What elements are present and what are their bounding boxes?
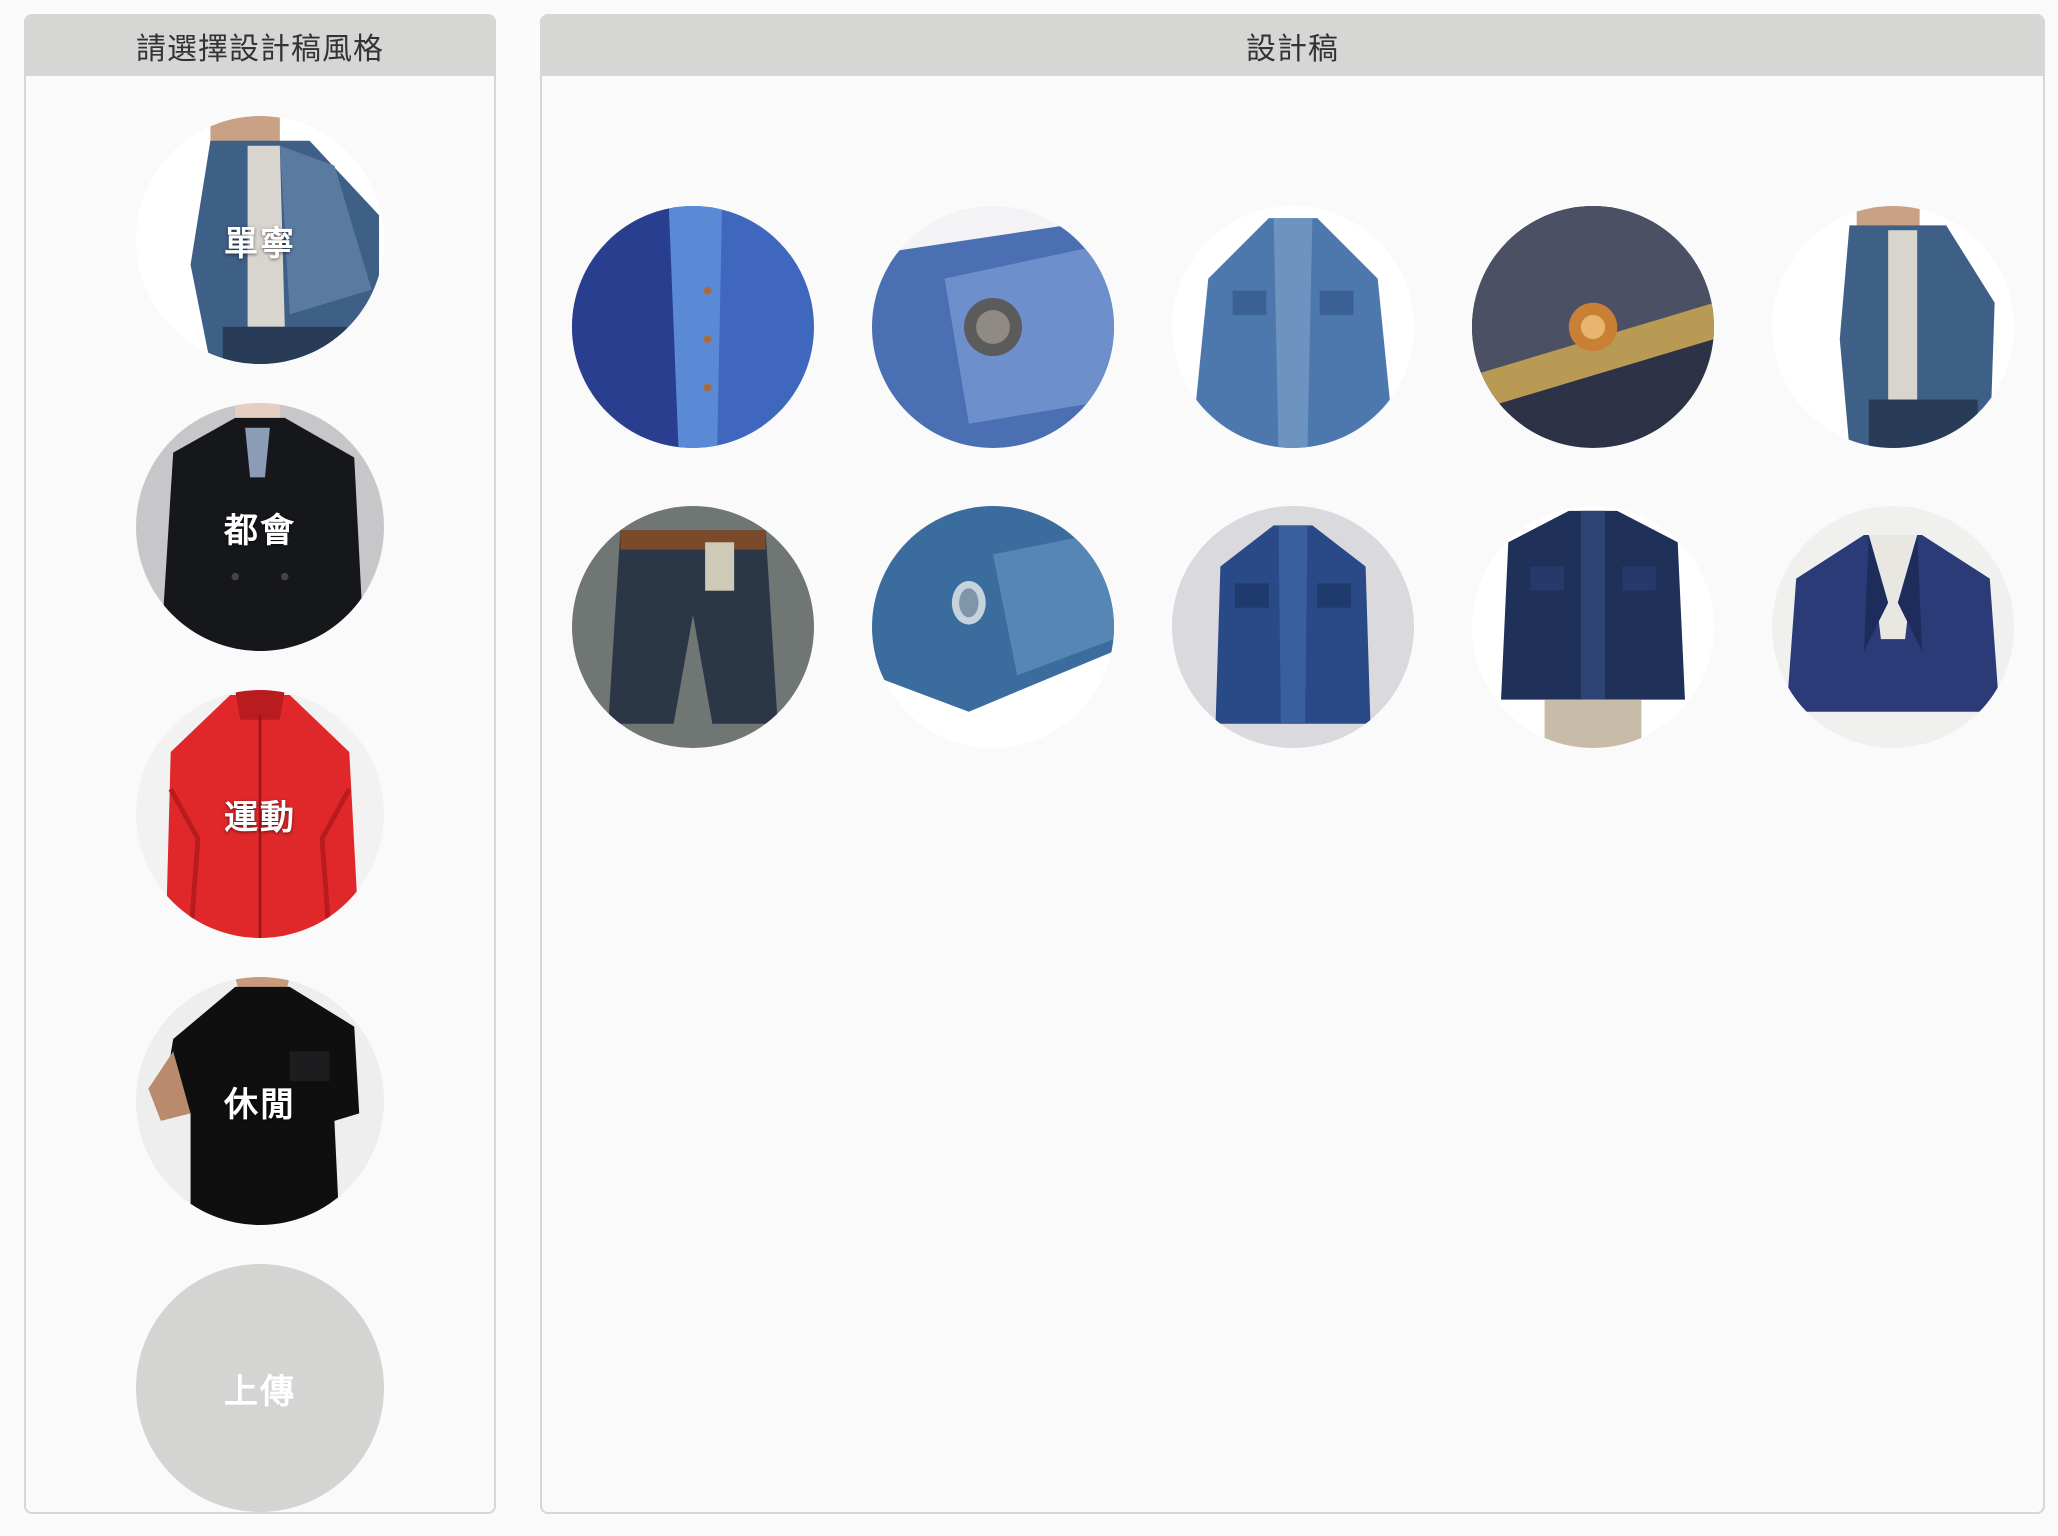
denim-shirt-icon — [1172, 206, 1414, 448]
navy-blazer-icon — [1772, 506, 2014, 748]
upload-label: 上傳 — [224, 1371, 296, 1412]
denim-pocket-button-icon — [1472, 206, 1714, 448]
design-thumb-denim-rivet[interactable] — [872, 206, 1114, 448]
design-thumb-denim-jacket[interactable] — [1772, 206, 2014, 448]
style-option-denim[interactable]: 單寧 — [136, 116, 384, 364]
upload-button[interactable]: 上傳 — [136, 1264, 384, 1512]
design-panel-title: 設計稿 — [542, 16, 2043, 76]
dark-denim-jacket-model-icon — [1472, 506, 1714, 748]
denim-shorts-icon — [572, 506, 814, 748]
denim-jacket-model-icon — [1772, 206, 2014, 448]
style-panel-title: 請選擇設計稿風格 — [26, 16, 494, 76]
denim-shirt-folded-icon — [1172, 506, 1414, 748]
design-thumb-dark-jacket[interactable] — [1472, 506, 1714, 748]
design-thumb-shirt-folded[interactable] — [1172, 506, 1414, 748]
design-thumb-pocket-button[interactable] — [1472, 206, 1714, 448]
style-panel: 請選擇設計稿風格 單寧 都會 運動 休閒 上傳 — [24, 14, 496, 1514]
style-label-casual: 休閒 — [224, 1084, 296, 1125]
denim-cuff-snap-icon — [872, 506, 1114, 748]
denim-rivet-closeup-icon — [872, 206, 1114, 448]
style-option-sport[interactable]: 運動 — [136, 690, 384, 938]
style-label-denim: 單寧 — [224, 223, 296, 264]
design-thumb-navy-blazer[interactable] — [1772, 506, 2014, 748]
style-option-casual[interactable]: 休閒 — [136, 977, 384, 1225]
design-thumb-blue-shirt[interactable] — [572, 206, 814, 448]
blue-shirt-closeup-icon — [572, 206, 814, 448]
design-thumb-denim-shorts[interactable] — [572, 506, 814, 748]
design-panel: 設計稿 — [540, 14, 2045, 1514]
style-label-urban: 都會 — [224, 510, 296, 551]
design-thumb-cuff-snap[interactable] — [872, 506, 1114, 748]
style-option-urban[interactable]: 都會 — [136, 403, 384, 651]
style-label-sport: 運動 — [224, 797, 296, 838]
design-thumb-denim-shirt[interactable] — [1172, 206, 1414, 448]
